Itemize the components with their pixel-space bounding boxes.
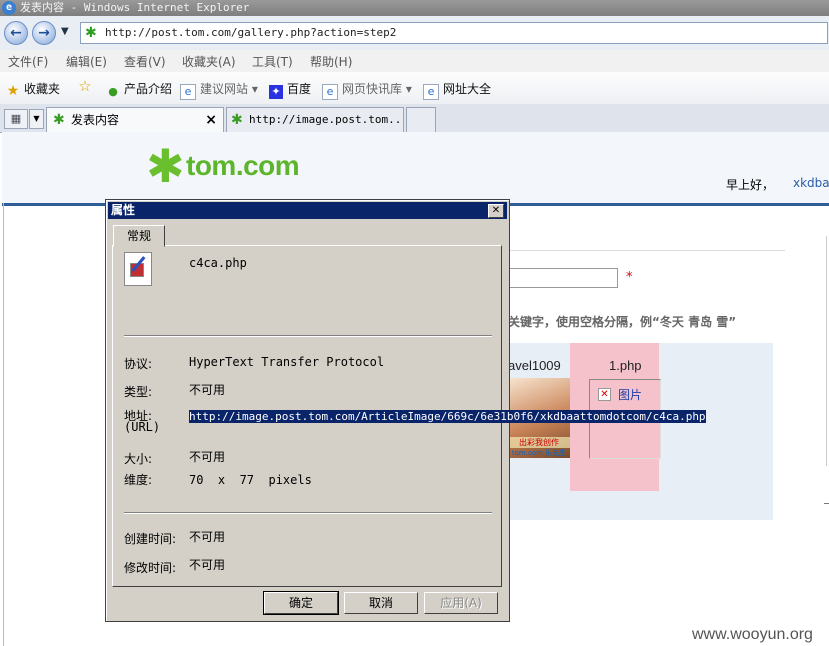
created-value: 不可用 — [189, 530, 226, 544]
fav-item-label: 网址大全 — [443, 82, 492, 96]
back-arrow-icon[interactable]: ← — [4, 21, 28, 45]
divider — [124, 335, 492, 337]
dialog-title: 属性 — [111, 203, 136, 217]
ie-logo-icon: e — [2, 1, 16, 15]
apply-button[interactable]: 应用(A) — [424, 592, 498, 614]
history-dropdown-icon[interactable]: ▼ — [61, 26, 69, 37]
php-item-name: 1.php — [609, 358, 642, 373]
menu-bar: 文件(F) 编辑(E) 查看(V) 收藏夹(A) 工具(T) 帮助(H) — [0, 50, 829, 73]
dimensions-value: 70 x 77 pixels — [189, 473, 312, 487]
menu-view[interactable]: 查看(V) — [124, 53, 166, 70]
menu-file[interactable]: 文件(F) — [8, 53, 48, 70]
address-url-text: http://image.post.tom.com/ArticleImage/6… — [189, 410, 706, 423]
tom-favicon-icon: ✱ — [85, 25, 97, 41]
title-input[interactable] — [508, 268, 618, 288]
dialog-title-bar[interactable]: 属性 ✕ — [108, 202, 507, 219]
tom-logo-mark-icon: ✱ — [146, 139, 185, 193]
site-header — [2, 132, 829, 206]
menu-edit[interactable]: 编辑(E) — [66, 53, 107, 70]
cancel-button[interactable]: 取消 — [344, 592, 418, 614]
greeting-text: 早上好， — [726, 178, 775, 192]
fav-item-label: 建议网站 — [200, 82, 249, 96]
add-favorite-button[interactable]: ☆ — [78, 77, 96, 95]
menu-tools[interactable]: 工具(T) — [252, 53, 293, 70]
window-title-bar: e 发表内容 - Windows Internet Explorer — [0, 0, 829, 16]
modified-label: 修改时间: — [124, 561, 177, 575]
properties-dialog: 属性 ✕ 常规 c4ca.php 协议: HyperText Transfer … — [105, 199, 706, 622]
fav-item-products[interactable]: ● 产品介绍 — [106, 80, 172, 99]
star-icon: ★ — [6, 83, 20, 99]
menu-favorites[interactable]: 收藏夹(A) — [182, 53, 236, 70]
address-bar[interactable]: ✱ http://post.tom.com/gallery.php?action… — [80, 22, 828, 44]
tom-favicon-icon: ✱ — [53, 112, 65, 128]
fav-item-web-slice[interactable]: e 网页快讯库 ▾ — [322, 80, 412, 100]
navigation-bar: ← → ▼ ✱ http://post.tom.com/gallery.php?… — [0, 16, 829, 50]
ie-page-icon: e — [180, 84, 196, 100]
tom-logo-text: tom.com — [186, 150, 300, 181]
new-tab-button[interactable] — [406, 107, 436, 132]
close-tab-icon[interactable]: × — [205, 108, 217, 132]
fav-item-suggested-sites[interactable]: e 建议网站 ▾ — [180, 80, 258, 100]
watermark: www.wooyun.org — [692, 626, 813, 643]
favorites-label: 收藏夹 — [24, 82, 61, 96]
file-name: c4ca.php — [189, 256, 247, 270]
type-value: 不可用 — [189, 383, 226, 397]
window-title: 发表内容 - Windows Internet Explorer — [20, 1, 250, 14]
dialog-close-icon[interactable]: ✕ — [488, 204, 504, 218]
divider — [508, 250, 785, 251]
protocol-label: 协议: — [124, 357, 153, 371]
favorites-bar: ★ 收藏夹 ☆ ● 产品介绍 e 建议网站 ▾ ✦ 百度 e 网页快讯库 ▾ e 网址大全 — [0, 72, 829, 105]
size-value: 不可用 — [189, 450, 226, 464]
tab-label: 发表内容 — [71, 113, 120, 127]
username-link[interactable]: xkdba — [793, 176, 829, 190]
thumbnail-caption: 出彩我创作 — [508, 437, 570, 448]
baidu-paw-icon: ✦ — [269, 85, 283, 99]
add-star-icon: ☆ — [78, 77, 92, 95]
right-panel-mark — [824, 503, 829, 504]
size-label: 大小: — [124, 452, 153, 466]
fav-item-label: 百度 — [287, 82, 312, 96]
fav-item-directory[interactable]: e 网址大全 — [423, 80, 491, 100]
forward-arrow-icon[interactable]: → — [32, 21, 56, 45]
fav-item-label: 产品介绍 — [124, 82, 173, 96]
keyword-hint: 关键字，使用空格分隔，例“冬天 青岛 雪” — [508, 315, 737, 329]
type-label: 类型: — [124, 385, 153, 399]
created-label: 创建时间: — [124, 532, 177, 546]
tab-list-dropdown-icon[interactable]: ▼ — [29, 109, 44, 129]
page-left-border — [3, 203, 4, 646]
protocol-value: HyperText Transfer Protocol — [189, 355, 385, 369]
address-value[interactable]: http://image.post.tom.com/ArticleImage/6… — [189, 409, 706, 423]
address-label-url: (URL) — [124, 420, 161, 434]
leaf-icon: ● — [108, 85, 118, 98]
ie-page-icon: e — [423, 84, 439, 100]
gallery-item-name: avel1009 — [508, 358, 561, 373]
tab-image[interactable]: ✱ http://image.post.tom... — [226, 107, 404, 132]
quick-tabs-icon[interactable]: ▦ — [4, 109, 28, 129]
favorites-button[interactable]: ★ 收藏夹 — [6, 80, 60, 98]
ok-button[interactable]: 确定 — [263, 591, 339, 615]
broken-image-icon: ✕ — [598, 388, 611, 401]
tab-general[interactable]: 常规 — [113, 225, 165, 247]
image-file-icon — [124, 252, 152, 286]
tab-active[interactable]: ✱ 发表内容 × — [46, 107, 224, 132]
fav-item-baidu[interactable]: ✦ 百度 — [269, 80, 311, 99]
dimensions-label: 维度: — [124, 473, 153, 487]
thumbnail-caption-sub: tom.com 乐先生 — [511, 449, 567, 457]
broken-image-alt: 图片 — [618, 388, 643, 402]
ie-page-icon: e — [322, 84, 338, 100]
tab-bar: ▦ ▼ ✱ 发表内容 × ✱ http://image.post.tom... — [0, 104, 829, 133]
fav-item-label: 网页快讯库 — [342, 82, 403, 96]
menu-help[interactable]: 帮助(H) — [310, 53, 352, 70]
address-url[interactable]: http://post.tom.com/gallery.php?action=s… — [105, 25, 396, 41]
divider — [124, 512, 492, 514]
modified-value: 不可用 — [189, 558, 226, 572]
tom-favicon-icon: ✱ — [231, 112, 243, 128]
tab-label: http://image.post.tom... — [249, 113, 404, 126]
required-mark: * — [626, 270, 633, 285]
